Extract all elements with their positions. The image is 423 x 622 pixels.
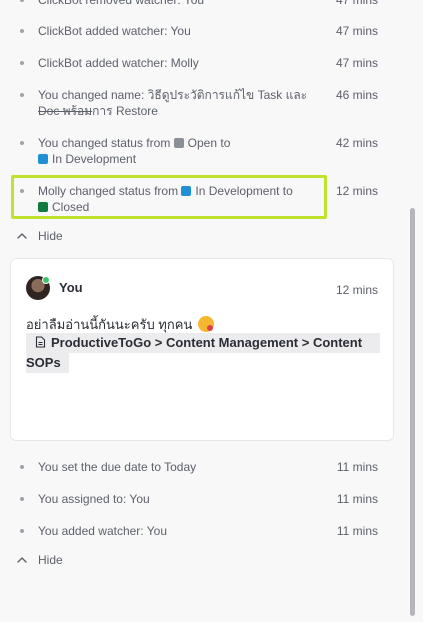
status-to: In Development xyxy=(52,152,137,166)
comment-card: You 12 mins อย่าลืมอ่านนี้กันนะครับ ทุกค… xyxy=(10,258,394,441)
bullet xyxy=(20,61,24,65)
comment-time: 12 mins xyxy=(335,283,378,297)
comment-text: อย่าลืมอ่านนี้กันนะครับ ทุกคน xyxy=(26,317,193,332)
status-closed-icon xyxy=(38,202,48,212)
status-to-word: to xyxy=(282,184,293,198)
activity-text: You changed name: วิธีดูประวัติการแก้ไข … xyxy=(38,87,323,119)
comment-author[interactable]: You xyxy=(59,280,83,295)
bullet xyxy=(20,141,24,145)
status-change-prefix: Molly changed status from xyxy=(38,184,179,198)
status-from: In Development xyxy=(195,184,280,198)
scrollbar-thumb[interactable] xyxy=(410,208,415,616)
bullet xyxy=(20,497,24,501)
rename-prefix: You changed name: xyxy=(38,88,148,102)
doc-link-line2[interactable]: SOPs xyxy=(26,353,69,373)
status-in-development-icon xyxy=(181,186,192,196)
activity-text: Molly changed status from In Development… xyxy=(38,183,323,215)
bullet xyxy=(20,465,24,469)
bullet xyxy=(20,93,24,97)
kiss-emoji-icon xyxy=(197,316,214,332)
bullet xyxy=(20,189,24,193)
hide-label: Hide xyxy=(38,553,63,567)
activity-text: You added watcher: You xyxy=(38,524,168,538)
activity-text: ClickBot added watcher: You xyxy=(38,24,191,38)
status-to: Closed xyxy=(52,200,90,214)
activity-time: 12 mins xyxy=(335,184,378,198)
chevron-up-icon xyxy=(17,233,27,239)
activity-time: 47 mins xyxy=(335,56,378,70)
activity-text: ClickBot removed watcher: You xyxy=(38,0,205,7)
activity-text: ClickBot added watcher: Molly xyxy=(38,56,199,70)
activity-text: You set the due date to Today xyxy=(38,460,197,474)
hide-label: Hide xyxy=(38,229,63,243)
activity-text: You changed status from Open to In Devel… xyxy=(38,135,323,167)
doc-link-line1: ProductiveToGo > Content Management > Co… xyxy=(26,333,378,353)
activity-time: 47 mins xyxy=(335,24,378,38)
status-from: Open xyxy=(187,136,218,150)
activity-time: 11 mins xyxy=(336,460,378,474)
status-open-icon xyxy=(173,138,184,148)
doc-link-text: ProductiveToGo > Content Management > Co… xyxy=(51,335,363,350)
bullet xyxy=(20,529,24,533)
old-name-strikethrough: Doc พร้อม xyxy=(38,104,93,118)
hide-button[interactable]: Hide xyxy=(16,553,63,567)
new-name: วิธีดูประวัติการแก้ไข Task และ xyxy=(147,88,308,102)
activity-time: 42 mins xyxy=(335,136,378,150)
status-in-development-icon xyxy=(38,154,48,164)
hide-button[interactable]: Hide xyxy=(16,229,63,243)
comment-body: อย่าลืมอ่านนี้กันนะครับ ทุกคน xyxy=(26,315,214,335)
status-change-prefix: You changed status from xyxy=(38,136,171,150)
activity-feed: ClickBot removed watcher: You 47 mins Cl… xyxy=(0,0,408,622)
name-tail: การ Restore xyxy=(92,104,158,118)
activity-time: 46 mins xyxy=(335,88,378,102)
activity-time: 47 mins xyxy=(335,0,378,7)
activity-time: 11 mins xyxy=(336,524,378,538)
bullet xyxy=(20,0,24,2)
bullet xyxy=(20,29,24,33)
doc-link[interactable]: ProductiveToGo > Content Management > Co… xyxy=(26,333,380,353)
activity-time: 11 mins xyxy=(336,492,378,506)
activity-text: You assigned to: You xyxy=(38,492,150,506)
status-to-word: to xyxy=(220,136,231,150)
online-status-dot xyxy=(42,276,50,284)
chevron-up-icon xyxy=(17,557,27,563)
document-icon xyxy=(35,336,46,348)
